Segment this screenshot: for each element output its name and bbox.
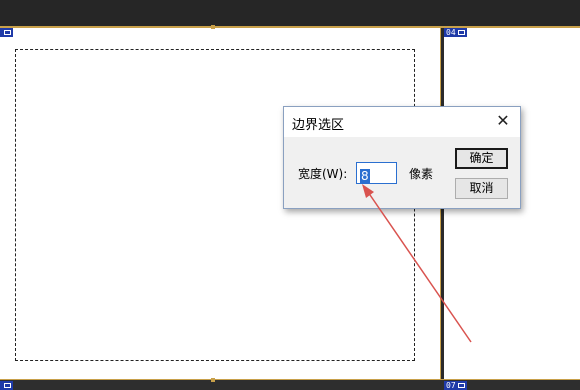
close-icon[interactable]: ✕ (494, 112, 512, 130)
frame-tag-icon (4, 383, 11, 388)
width-input[interactable]: 8 (356, 162, 397, 184)
frame-tag-label: 04 (446, 28, 456, 37)
width-input-value: 8 (360, 169, 370, 183)
width-label: 宽度(W): (298, 167, 348, 181)
top-toolbar (0, 0, 580, 26)
cancel-button[interactable]: 取消 (455, 178, 508, 199)
dialog-titlebar[interactable]: 边界选区 ✕ (284, 107, 520, 137)
bottom-bar (0, 380, 580, 390)
unit-label: 像素 (409, 167, 434, 181)
frame-tag-bottom-right: 07 (444, 381, 467, 390)
guide-line-top (0, 26, 580, 28)
frame-tag-label: 07 (446, 381, 456, 390)
handle-bottom[interactable] (211, 378, 215, 382)
border-selection-dialog: 边界选区 ✕ 宽度(W): 8 像素 确定 取消 (283, 106, 521, 209)
frame-tag-top-right: 04 (444, 28, 467, 37)
frame-tag-icon (4, 30, 11, 35)
ok-button[interactable]: 确定 (455, 148, 508, 169)
frame-tag-icon (457, 30, 465, 35)
frame-tag-top-left (0, 28, 13, 37)
frame-tag-icon (457, 383, 465, 388)
dialog-title: 边界选区 (292, 118, 345, 133)
handle-top[interactable] (211, 25, 215, 29)
frame-tag-bottom-left (0, 381, 13, 390)
